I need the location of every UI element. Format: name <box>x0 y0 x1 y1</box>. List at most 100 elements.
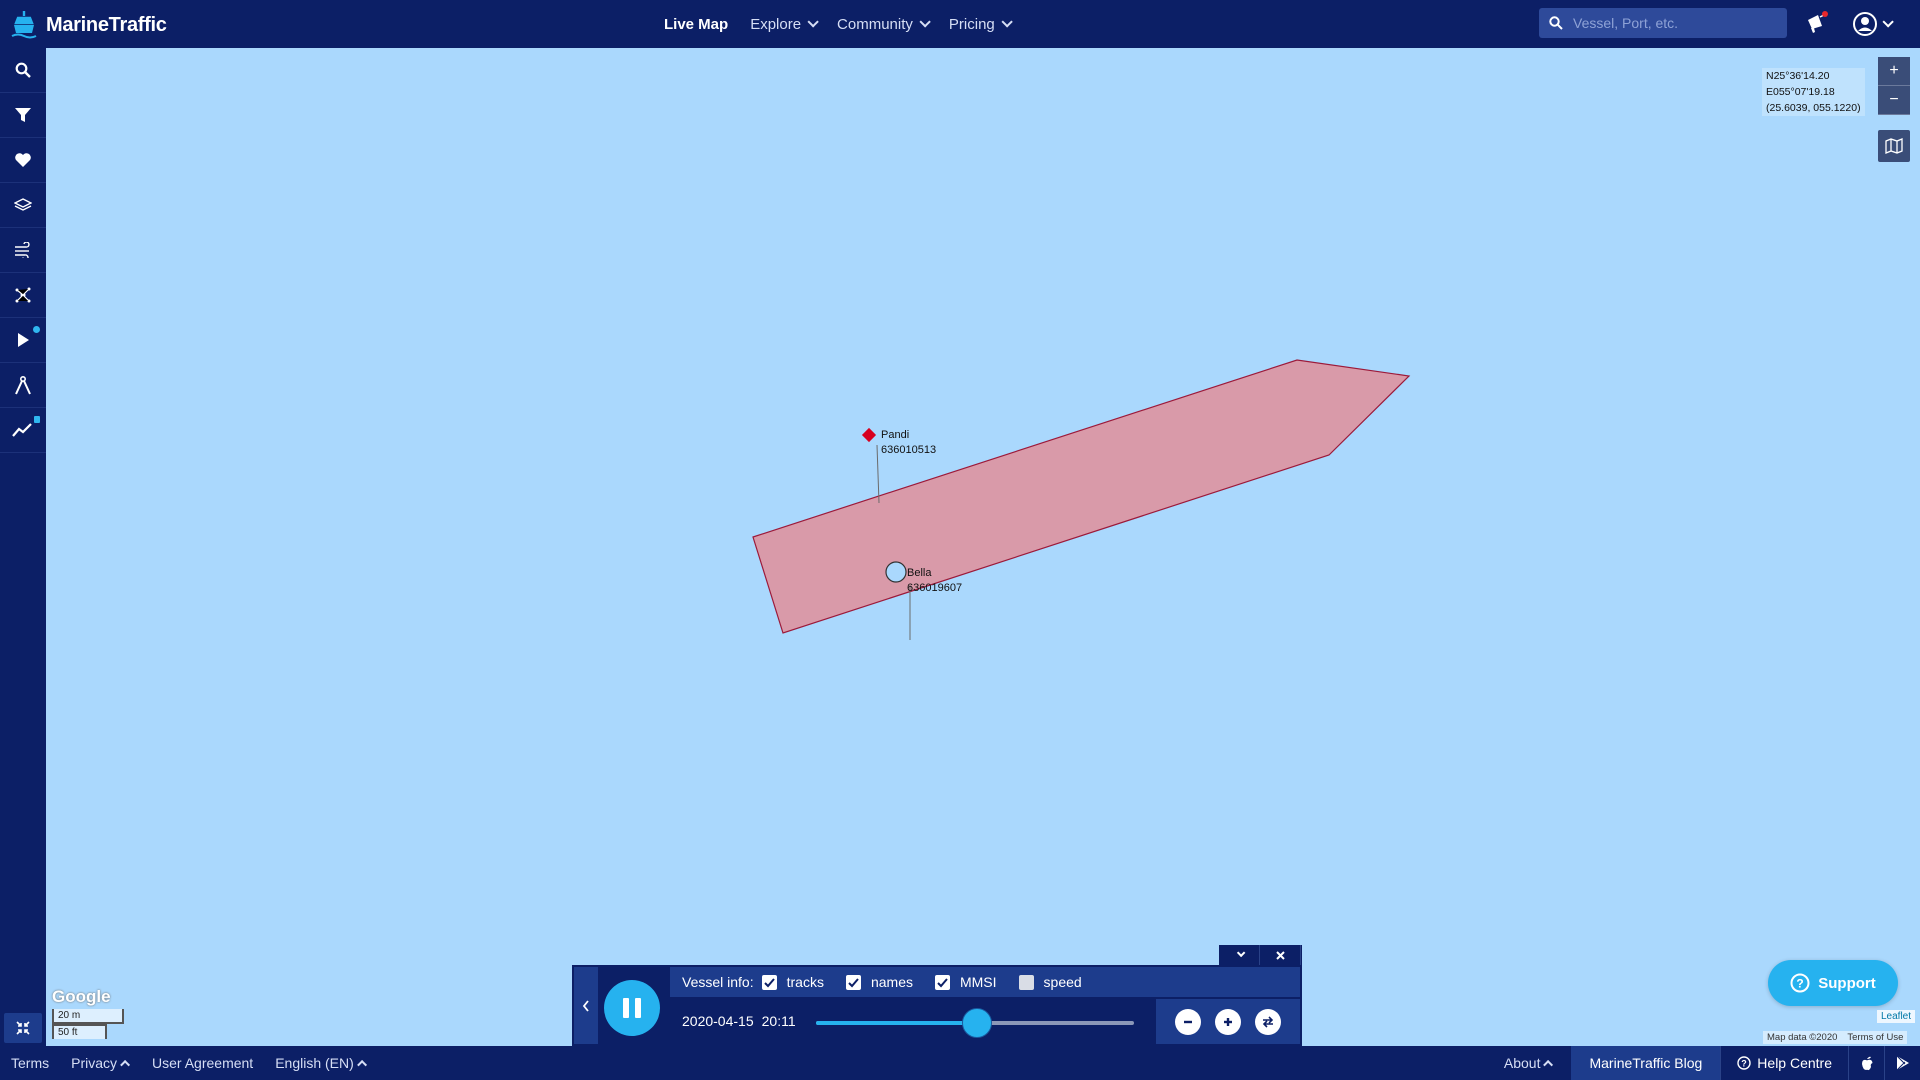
faster-button[interactable] <box>1215 1008 1241 1035</box>
collapse-panel-button[interactable] <box>574 967 598 1044</box>
chart-icon <box>12 423 32 437</box>
minimize-button[interactable] <box>1219 945 1260 965</box>
map-canvas[interactable] <box>0 0 1920 1080</box>
brand-logo[interactable]: MarineTraffic <box>8 8 167 42</box>
checkbox-unchecked-icon <box>1018 974 1034 990</box>
chevron-down-icon <box>1882 16 1894 28</box>
active-badge <box>33 326 40 333</box>
vessel-mmsi: 636019607 <box>907 582 963 594</box>
playback-window-controls <box>1219 945 1302 965</box>
map-type-button[interactable] <box>1878 130 1910 162</box>
slower-button[interactable] <box>1175 1008 1201 1035</box>
checkbox-label: MMSI <box>959 974 997 990</box>
chevron-down-icon <box>1236 948 1246 958</box>
pause-icon-bar <box>635 998 641 1018</box>
nav-label: Explore <box>750 15 802 33</box>
speed-checkbox[interactable]: speed <box>1018 974 1082 990</box>
footer-about[interactable]: About <box>1486 1046 1572 1080</box>
vessel-marker-pandi[interactable] <box>861 427 877 443</box>
sidebar-analytics[interactable] <box>0 408 46 453</box>
ship-logo-icon <box>11 11 37 39</box>
nav-pricing[interactable]: Pricing <box>949 16 1013 33</box>
pause-button[interactable] <box>604 980 660 1036</box>
fullscreen-button[interactable] <box>4 1013 42 1043</box>
pause-icon <box>623 998 629 1018</box>
checkbox-checked-icon <box>845 974 861 990</box>
sidebar-playback[interactable] <box>0 318 46 363</box>
sidebar-search[interactable] <box>0 48 46 93</box>
tracks-checkbox[interactable]: tracks <box>761 974 824 990</box>
nav-live-map[interactable]: Live Map <box>664 16 728 33</box>
chevron-up-icon <box>1543 1059 1554 1070</box>
main-nav: Live Map Explore Community Pricing <box>664 0 1013 48</box>
scale-metric: 20 m <box>52 1009 124 1024</box>
zoom-in-button[interactable]: + <box>1878 57 1910 86</box>
sidebar-measure[interactable] <box>0 363 46 408</box>
sidebar-weather[interactable] <box>0 228 46 273</box>
minus-icon <box>1184 1020 1192 1023</box>
heart-icon <box>15 153 31 167</box>
longitude: E055°07'19.18 <box>1766 86 1835 98</box>
repeat-button[interactable] <box>1255 1008 1281 1035</box>
decimal-coordinates: (25.6039, 055.1220) <box>1766 102 1861 114</box>
footer-label: About <box>1503 1055 1541 1071</box>
coordinates-readout: N25°36'14.20 E055°07'19.18 (25.6039, 055… <box>1762 68 1865 116</box>
timeline-progress <box>816 1021 975 1025</box>
chevron-left-icon <box>582 999 589 1012</box>
megaphone-icon <box>1808 11 1828 33</box>
close-button[interactable] <box>1260 945 1301 965</box>
measure-icon <box>15 375 31 395</box>
sidebar-layers[interactable] <box>0 183 46 228</box>
support-label: Support <box>1818 974 1876 992</box>
sidebar-filters[interactable] <box>0 93 46 138</box>
scale-imperial: 50 ft <box>52 1024 107 1039</box>
footer-user-agreement[interactable]: User Agreement <box>152 1055 253 1071</box>
support-button[interactable]: ? Support <box>1768 960 1898 1006</box>
account-menu[interactable] <box>1852 11 1896 37</box>
zoom-out-button[interactable]: − <box>1878 86 1910 115</box>
lock-badge <box>34 416 40 423</box>
play-icon <box>18 333 29 347</box>
density-icon <box>15 287 31 303</box>
search-box <box>1539 8 1787 38</box>
leaflet-link[interactable]: Leaflet <box>1877 1010 1916 1023</box>
playback-panel: Vessel info: tracks names MMSI speed 202… <box>572 965 1302 1046</box>
notifications-button[interactable] <box>1804 10 1830 36</box>
nav-explore[interactable]: Explore <box>750 15 819 33</box>
play-store-icon <box>1896 1055 1909 1071</box>
footer-label: Help Centre <box>1757 1055 1832 1071</box>
sidebar-density[interactable] <box>0 273 46 318</box>
collapse-arrows-icon <box>16 1021 30 1035</box>
vessel-marker-bella[interactable] <box>885 561 907 583</box>
footer-blog[interactable]: MarineTraffic Blog <box>1571 1046 1721 1080</box>
vessel-label-bella: Bella 636019607 <box>907 566 962 596</box>
map-sidebar <box>0 48 46 1046</box>
svg-text:?: ? <box>1742 1059 1748 1069</box>
chevron-down-icon <box>807 16 819 28</box>
vessel-name: Bella <box>907 567 932 579</box>
area-polygon[interactable] <box>752 359 1411 634</box>
sidebar-my-fleet[interactable] <box>0 138 46 183</box>
help-circle-icon: ? <box>1737 1056 1751 1070</box>
mmsi-checkbox[interactable]: MMSI <box>934 974 997 990</box>
timeline-handle[interactable] <box>962 1008 992 1038</box>
vessel-name: Pandi <box>881 429 910 441</box>
top-bar: MarineTraffic Live Map Explore Community… <box>0 0 1920 48</box>
nav-community[interactable]: Community <box>837 16 931 33</box>
footer-ios-app[interactable] <box>1848 1046 1884 1080</box>
swap-arrows-icon <box>1262 1015 1274 1028</box>
vessel-label-pandi: Pandi 636010513 <box>881 428 936 458</box>
map-attribution: Map data ©2020 Terms of Use <box>1763 1031 1908 1044</box>
footer-terms[interactable]: Terms <box>11 1055 49 1071</box>
footer-android-app[interactable] <box>1884 1046 1920 1080</box>
footer-help-centre[interactable]: ? Help Centre <box>1720 1046 1848 1080</box>
names-checkbox[interactable]: names <box>845 974 913 990</box>
search-input[interactable] <box>1573 15 1773 31</box>
footer-privacy[interactable]: Privacy <box>71 1055 131 1071</box>
footer-right: About MarineTraffic Blog ? Help Centre <box>1486 1046 1920 1080</box>
footer-language[interactable]: English (EN) <box>275 1055 367 1071</box>
terms-of-use-link[interactable]: Terms of Use <box>1847 1032 1903 1043</box>
checkbox-label: names <box>870 974 913 990</box>
checkbox-checked-icon <box>761 974 777 990</box>
latitude: N25°36'14.20 <box>1766 70 1830 82</box>
